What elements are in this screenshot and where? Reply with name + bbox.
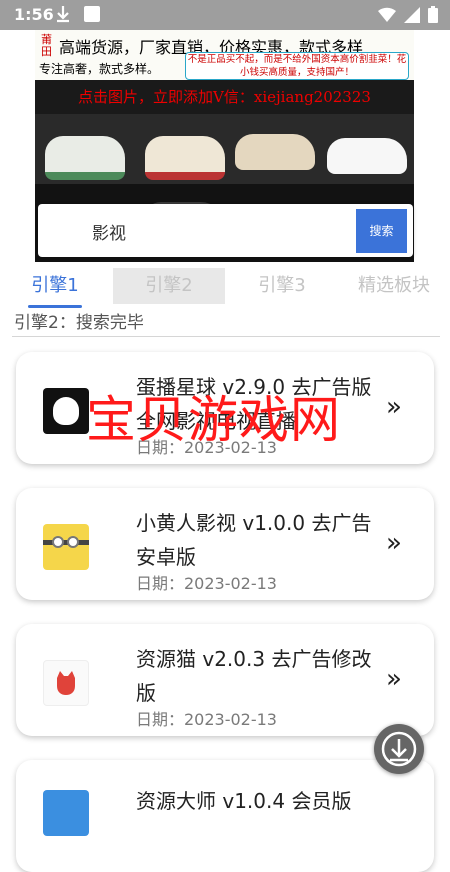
status-bar: 1:56	[0, 0, 450, 30]
download-fab[interactable]	[374, 724, 424, 774]
result-title: 资源猫 v2.0.3 去广告修改版	[136, 647, 372, 705]
search-input[interactable]	[90, 216, 354, 246]
engine-tabs: 引擎1 引擎2 引擎3 精选板块	[0, 268, 450, 308]
tab-engine-2[interactable]: 引擎2	[113, 268, 225, 304]
result-card[interactable]: 资源大师 v1.0.4 会员版	[16, 760, 434, 872]
result-title: 资源大师 v1.0.4 会员版	[136, 789, 352, 813]
egg-app-icon	[43, 388, 89, 434]
status-time: 1:56	[14, 5, 54, 24]
banner-seal: 莆田	[41, 33, 52, 58]
banner-header: 莆田 高端货源，厂家直销，价格实惠，款式多样 专注高奢，款式多样。 不是正品买不…	[35, 30, 414, 80]
shoe-image	[45, 136, 125, 180]
banner-subline: 专注高奢，款式多样。	[39, 62, 160, 76]
shoe-image	[235, 134, 315, 170]
search-button[interactable]: 搜索	[356, 209, 407, 253]
shoe-photo-row-1	[35, 114, 414, 184]
result-date: 日期：2023-02-13	[136, 710, 277, 729]
tab-label: 引擎2	[145, 275, 193, 296]
tab-label: 精选板块	[358, 275, 430, 296]
cat-icon	[57, 671, 75, 695]
result-card[interactable]: 小黄人影视 v1.0.0 去广告安卓版 日期：2023-02-13 »	[16, 488, 434, 600]
notification-icon	[84, 6, 100, 22]
battery-icon	[428, 6, 438, 23]
divider	[12, 336, 440, 337]
result-title: 小黄人影视 v1.0.0 去广告安卓版	[136, 511, 372, 569]
wifi-icon	[378, 7, 396, 22]
tab-featured[interactable]: 精选板块	[350, 268, 438, 304]
double-chevron-right-icon: »	[386, 664, 402, 694]
double-chevron-right-icon: »	[386, 392, 402, 422]
double-chevron-right-icon: »	[386, 528, 402, 558]
download-icon	[57, 6, 69, 23]
search-status: 引擎2：搜索完毕	[14, 313, 144, 333]
minion-app-icon	[43, 524, 89, 570]
watermark: 宝贝游戏网	[86, 391, 341, 449]
shoe-image	[145, 136, 225, 180]
tab-engine-1[interactable]: 引擎1	[26, 268, 84, 308]
tab-label: 引擎3	[258, 275, 306, 296]
signal-icon	[404, 6, 420, 23]
banner-cta: 点击图片，立即添加V信：xiejiang202323	[78, 88, 371, 106]
result-date: 日期：2023-02-13	[136, 574, 277, 593]
shoe-image	[327, 138, 407, 174]
cat-app-icon	[43, 660, 89, 706]
download-icon	[381, 731, 417, 767]
tab-engine-3[interactable]: 引擎3	[252, 268, 312, 304]
app-icon	[43, 790, 89, 836]
banner-notice: 不是正品买不起，而是不给外国资本高价割韭菜！花小钱买高质量，支持国产！	[185, 52, 409, 80]
result-card[interactable]: 资源猫 v2.0.3 去广告修改版 日期：2023-02-13 »	[16, 624, 434, 736]
search-bar: 搜索	[38, 204, 413, 257]
tab-label: 引擎1	[31, 275, 79, 296]
